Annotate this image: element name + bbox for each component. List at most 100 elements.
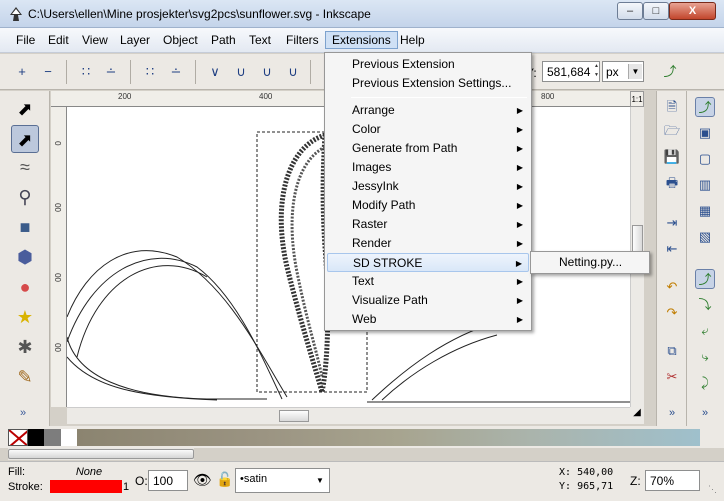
star-tool-icon[interactable]: ★ — [11, 303, 39, 331]
color-manage-icon[interactable]: ◢ — [630, 407, 644, 424]
break-path-icon[interactable]: ∸ — [101, 62, 121, 82]
menu-item-jessyink[interactable]: JessyInk ▶ — [327, 177, 529, 196]
show-handles-icon[interactable]: ⤴ — [660, 62, 680, 82]
snap-smooth-icon[interactable]: ⤸ — [695, 373, 715, 393]
delete-segment-icon[interactable]: ∸ — [166, 62, 186, 82]
print-icon[interactable]: 🖶 — [662, 173, 682, 193]
pencil-tool-icon[interactable]: ✎ — [11, 363, 39, 391]
tweak-tool-icon[interactable]: ≈ — [11, 153, 39, 181]
y-spinner-icon[interactable]: ▲ ▼ — [594, 62, 600, 81]
layer-visibility-icon[interactable]: 👁 — [193, 471, 212, 489]
menu-item-render[interactable]: Render ▶ — [327, 234, 529, 253]
import-icon[interactable]: ⇥ — [662, 213, 682, 233]
menu-bar: File Edit View Layer Object Path Text Fi… — [0, 28, 724, 53]
title-bar: C:\Users\ellen\Mine prosjekter\svg2pcs\s… — [0, 0, 724, 28]
snap-bbox-corners-icon[interactable]: ▥ — [695, 175, 715, 195]
menu-extensions[interactable]: Extensions — [325, 31, 398, 49]
no-paint-swatch[interactable] — [8, 429, 28, 446]
menu-path[interactable]: Path — [205, 32, 242, 50]
node-tool-icon[interactable]: ⬈ — [11, 125, 39, 153]
menu-item-web[interactable]: Web ▶ — [327, 310, 529, 329]
open-icon[interactable]: 🗁 — [662, 121, 682, 141]
y-coordinate-input[interactable]: 581,684 — [542, 61, 600, 82]
menu-item-visualize-path[interactable]: Visualize Path ▶ — [327, 291, 529, 310]
horizontal-scrollbar[interactable] — [67, 407, 630, 424]
more-snap-icon[interactable]: » — [695, 403, 715, 423]
scroll-thumb[interactable] — [279, 410, 309, 422]
spiral-tool-icon[interactable]: ✱ — [11, 333, 39, 361]
export-icon[interactable]: ⇤ — [662, 239, 682, 259]
stroke-width[interactable]: 1 — [123, 481, 129, 493]
scroll-thumb[interactable] — [632, 225, 643, 253]
snap-bbox-centers-icon[interactable]: ▧ — [695, 227, 715, 247]
menu-item-previous-extension-settings[interactable]: Previous Extension Settings... — [327, 74, 529, 93]
scroll-thumb[interactable] — [8, 449, 194, 459]
menu-item-color[interactable]: Color ▶ — [327, 120, 529, 139]
snap-bbox-icon[interactable]: ▣ — [695, 123, 715, 143]
unit-select[interactable]: px ▼ — [602, 61, 644, 82]
rectangle-tool-icon[interactable]: ■ — [11, 213, 39, 241]
zoom-1-1-icon[interactable]: 1:1 — [630, 91, 644, 107]
fill-value[interactable]: None — [50, 466, 128, 478]
menu-file[interactable]: File — [10, 32, 41, 50]
menu-item-netting[interactable]: Netting.py... — [533, 253, 647, 272]
menu-item-generate-from-path[interactable]: Generate from Path ▶ — [327, 139, 529, 158]
copy-icon[interactable]: ⧉ — [662, 341, 682, 361]
menu-help[interactable]: Help — [394, 32, 431, 50]
join-segment-icon[interactable]: ∷ — [140, 62, 160, 82]
maximize-button[interactable]: □ — [643, 2, 669, 20]
stroke-swatch[interactable] — [50, 480, 122, 493]
redo-icon[interactable]: ↷ — [662, 303, 682, 323]
3d-box-tool-icon[interactable]: ⬢ — [11, 243, 39, 271]
minimize-button[interactable]: – — [617, 2, 643, 20]
palette-scrollbar[interactable] — [8, 448, 194, 460]
menu-item-previous-extension[interactable]: Previous Extension — [327, 55, 529, 74]
insert-node-icon[interactable]: + — [12, 62, 32, 82]
snap-bbox-midpoints-icon[interactable]: ▦ — [695, 201, 715, 221]
snap-cusp-icon[interactable]: ⤷ — [695, 347, 715, 367]
delete-node-icon[interactable]: − — [38, 62, 58, 82]
save-icon[interactable]: 💾 — [662, 147, 682, 167]
ellipse-tool-icon[interactable]: ● — [11, 273, 39, 301]
snap-intersections-icon[interactable]: ⤶ — [695, 321, 715, 341]
snap-paths-icon[interactable]: ⤵ — [695, 295, 715, 315]
close-button[interactable]: X — [669, 2, 716, 20]
layer-select[interactable]: •satin ▼ — [235, 468, 330, 493]
new-document-icon[interactable]: 🗎 — [662, 97, 682, 117]
menu-item-modify-path[interactable]: Modify Path ▶ — [327, 196, 529, 215]
selector-tool-icon[interactable]: ⬈ — [11, 95, 39, 123]
menu-item-text[interactable]: Text ▶ — [327, 272, 529, 291]
menu-item-sd-stroke[interactable]: SD STROKE ▶ — [327, 253, 529, 272]
menu-text[interactable]: Text — [243, 32, 277, 50]
menu-layer[interactable]: Layer — [114, 32, 156, 50]
ruler-tick: 800 — [541, 92, 555, 101]
chevron-right-icon: ▶ — [516, 163, 523, 172]
zoom-input[interactable]: 70% — [645, 470, 700, 491]
menu-item-raster[interactable]: Raster ▶ — [327, 215, 529, 234]
resize-grip-icon[interactable]: ⋱ — [708, 484, 717, 495]
more-tools-icon[interactable]: » — [20, 407, 26, 419]
layer-lock-icon[interactable]: 🔓 — [216, 471, 233, 488]
menu-view[interactable]: View — [76, 32, 114, 50]
snap-enable-icon[interactable]: ⤴ — [695, 97, 715, 117]
snap-nodes-icon[interactable]: ⤴ — [695, 269, 715, 289]
more-commands-icon[interactable]: » — [662, 403, 682, 423]
undo-icon[interactable]: ↶ — [662, 277, 682, 297]
menu-item-arrange[interactable]: Arrange ▶ — [327, 101, 529, 120]
join-nodes-icon[interactable]: ∷ — [76, 62, 96, 82]
node-auto-icon[interactable]: ∪ — [283, 62, 303, 82]
node-cusp-icon[interactable]: ∨ — [205, 62, 225, 82]
extensions-menu: Previous Extension Previous Extension Se… — [324, 52, 532, 331]
menu-item-images[interactable]: Images ▶ — [327, 158, 529, 177]
cut-icon[interactable]: ✂ — [662, 367, 682, 387]
menu-filters[interactable]: Filters — [280, 32, 325, 50]
zoom-tool-icon[interactable]: ⚲ — [11, 183, 39, 211]
snap-bbox-edges-icon[interactable]: ▢ — [695, 149, 715, 169]
menu-edit[interactable]: Edit — [42, 32, 75, 50]
opacity-input[interactable]: 100 — [148, 470, 188, 491]
node-smooth-icon[interactable]: ∪ — [231, 62, 251, 82]
palette-swatches[interactable] — [28, 429, 700, 446]
menu-object[interactable]: Object — [157, 32, 204, 50]
node-symmetric-icon[interactable]: ∪ — [257, 62, 277, 82]
chevron-right-icon: ▶ — [516, 182, 523, 191]
